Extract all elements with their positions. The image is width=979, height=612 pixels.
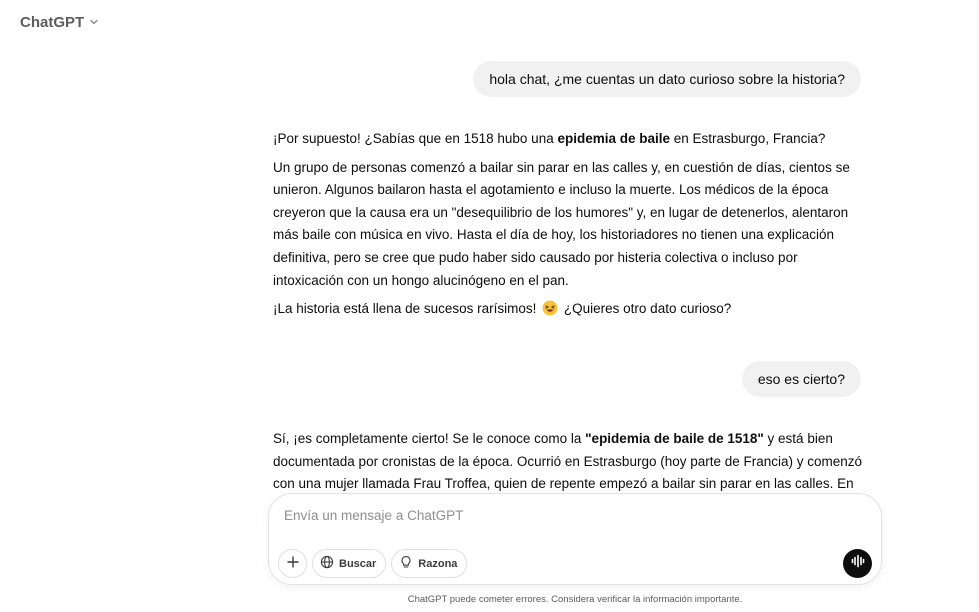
reason-label: Razona xyxy=(418,557,458,570)
text-run: ¡Por supuesto! ¿Sabías que en 1518 hubo … xyxy=(273,131,558,146)
search-button[interactable]: Buscar xyxy=(312,549,387,578)
conversation-thread[interactable]: hola chat, ¿me cuentas un dato curioso s… xyxy=(0,44,979,496)
voice-waveform-icon xyxy=(850,553,866,574)
assistant-paragraph: Un grupo de personas comenzó a bailar si… xyxy=(273,159,850,288)
bold-text: epidemia de baile xyxy=(557,131,671,146)
top-bar: ChatGPT xyxy=(0,0,979,44)
assistant-message: Sí, ¡es completamente cierto! Se le cono… xyxy=(273,428,865,496)
lightbulb-icon xyxy=(399,555,413,572)
reason-button[interactable]: Razona xyxy=(391,549,468,578)
assistant-paragraph: ¡Por supuesto! ¿Sabías que en 1518 hubo … xyxy=(273,128,865,151)
attach-button[interactable] xyxy=(278,549,307,578)
text-run: en Estrasburgo, Francia? xyxy=(670,131,826,146)
assistant-message: ¡Por supuesto! ¿Sabías que en 1518 hubo … xyxy=(273,128,865,327)
laughing-emoji-icon xyxy=(542,300,558,316)
footer-disclaimer: ChatGPT puede cometer errores. Considera… xyxy=(407,594,743,605)
text-run: Sí, ¡es completamente cierto! Se le cono… xyxy=(273,431,586,446)
text-run: ¿Quieres otro dato curioso? xyxy=(563,301,732,317)
chevron-down-icon xyxy=(88,16,100,28)
model-selector[interactable]: ChatGPT xyxy=(12,8,108,36)
user-message: hola chat, ¿me cuentas un dato curioso s… xyxy=(473,61,861,97)
assistant-paragraph: ¡La historia está llena de sucesos rarís… xyxy=(273,298,865,321)
user-message-text: hola chat, ¿me cuentas un dato curioso s… xyxy=(489,71,845,87)
message-input[interactable] xyxy=(282,504,862,526)
composer-toolbar: Buscar Razona xyxy=(278,549,468,578)
search-label: Buscar xyxy=(339,557,377,570)
bold-text: "epidemia de baile de 1518" xyxy=(585,431,764,446)
plus-icon xyxy=(286,555,300,572)
text-run: ¡La historia está llena de sucesos rarís… xyxy=(273,301,537,317)
voice-mode-button[interactable] xyxy=(843,549,872,578)
assistant-paragraph: Sí, ¡es completamente cierto! Se le cono… xyxy=(273,428,865,496)
user-message-text: eso es cierto? xyxy=(757,371,845,387)
user-message: eso es cierto? xyxy=(741,361,861,397)
model-label: ChatGPT xyxy=(20,13,85,31)
message-composer: Buscar Razona xyxy=(268,493,882,585)
globe-icon xyxy=(320,555,334,572)
